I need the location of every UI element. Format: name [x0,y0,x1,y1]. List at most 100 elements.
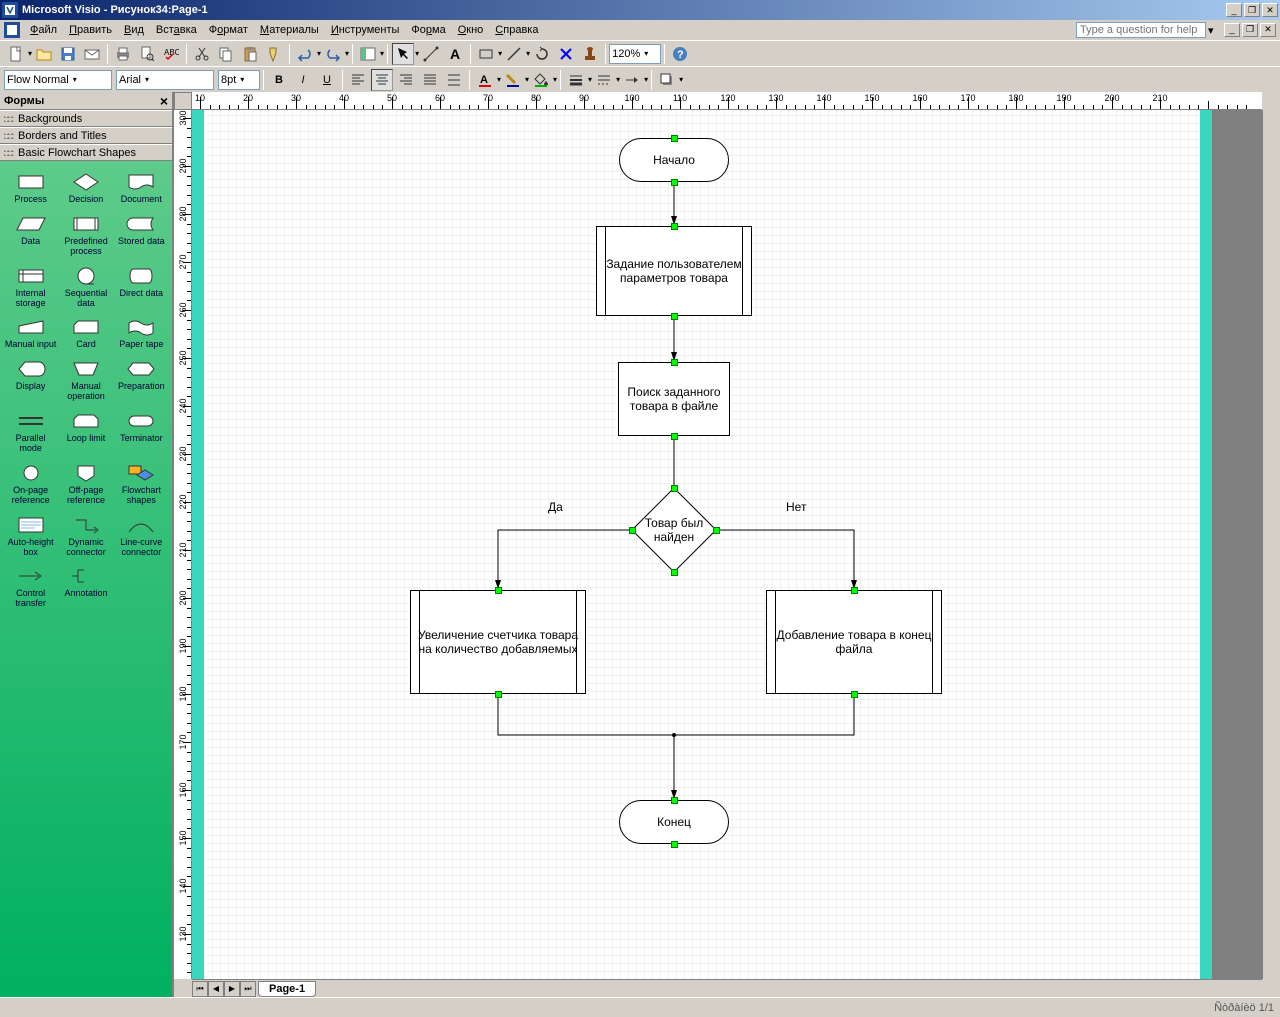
shape-dynamic-conn[interactable]: Dynamic connector [59,512,112,560]
copy-button[interactable] [215,43,237,65]
stamp-tool[interactable] [579,43,601,65]
align-left-button[interactable] [347,69,369,91]
redo-button[interactable] [322,43,344,65]
shape-annotation[interactable]: Annotation [59,563,112,611]
rotate-tool[interactable] [531,43,553,65]
email-button[interactable] [81,43,103,65]
menu-tools[interactable]: Инструменты [325,22,406,38]
shadow-dropdown[interactable]: ▾ [679,75,683,84]
menu-insert[interactable]: Вставка [150,22,203,38]
flowchart-decision[interactable]: Товар был найден [632,488,716,572]
page-tab[interactable]: Page-1 [258,981,316,997]
fill-color-button[interactable] [530,69,552,91]
shape-stored[interactable]: Stored data [115,211,168,259]
shape-internal[interactable]: Internal storage [4,263,57,311]
redo-dropdown[interactable]: ▾ [345,49,349,58]
doc-restore-button[interactable]: ❐ [1242,23,1258,37]
stencil-borders[interactable]: Borders and Titles [0,127,172,144]
menu-materials[interactable]: Материалы [254,22,325,38]
line-dropdown[interactable]: ▾ [526,49,530,58]
vertical-scrollbar[interactable] [1262,110,1280,979]
font-combo[interactable]: Arial▾ [116,70,214,90]
menu-window[interactable]: Окно [452,22,490,38]
print-preview-button[interactable] [136,43,158,65]
shape-manual-op[interactable]: Manual operation [59,356,112,404]
shape-terminator[interactable]: Terminator [115,408,168,456]
line-ends-button[interactable] [621,69,643,91]
undo-button[interactable] [294,43,316,65]
shape-preparation[interactable]: Preparation [115,356,168,404]
new-button[interactable] [5,43,27,65]
flowchart-append[interactable]: Добавление товара в конец файла [766,590,942,694]
menu-help[interactable]: Справка [489,22,544,38]
shape-decision[interactable]: Decision [59,169,112,207]
flowchart-step1[interactable]: Задание пользователем параметров товара [596,226,752,316]
line-color-dropdown[interactable]: ▾ [525,75,529,84]
rectangle-dropdown[interactable]: ▾ [498,49,502,58]
align-justify-button[interactable] [419,69,441,91]
spellcheck-button[interactable]: ABC [160,43,182,65]
menu-view[interactable]: Вид [118,22,150,38]
new-dropdown[interactable]: ▾ [28,49,32,58]
style-combo[interactable]: Flow Normal▾ [4,70,112,90]
line-ends-dropdown[interactable]: ▾ [644,75,648,84]
shape-display[interactable]: Display [4,356,57,404]
open-button[interactable] [33,43,55,65]
distribute-button[interactable] [443,69,465,91]
font-color-dropdown[interactable]: ▾ [497,75,501,84]
stencil-flowchart[interactable]: Basic Flowchart Shapes [0,144,172,161]
close-button[interactable]: ✕ [1262,3,1278,17]
flowchart-start[interactable]: Начало [619,138,729,182]
vertical-ruler[interactable]: 3002902802702602502402302202102001901801… [174,110,192,979]
horizontal-ruler[interactable]: 1020304050607080901001101201301401501601… [192,92,1262,110]
undo-dropdown[interactable]: ▾ [317,49,321,58]
tab-prev[interactable]: ◀ [208,981,224,997]
italic-button[interactable]: I [292,69,314,91]
shadow-button[interactable] [656,69,678,91]
help-dropdown[interactable]: ▾ [1208,24,1222,37]
menu-file[interactable]: Файл [24,22,63,38]
connector-tool[interactable] [420,43,442,65]
shape-onpage-ref[interactable]: On-page reference [4,460,57,508]
doc-close-button[interactable]: ✕ [1260,23,1276,37]
doc-minimize-button[interactable]: _ [1224,23,1240,37]
flowchart-end[interactable]: Конец [619,800,729,844]
flowchart-increment[interactable]: Увеличение счетчика товара на количество… [410,590,586,694]
restore-button[interactable]: ❐ [1244,3,1260,17]
rectangle-tool[interactable] [475,43,497,65]
line-weight-dropdown[interactable]: ▾ [588,75,592,84]
line-color-button[interactable] [502,69,524,91]
shape-parallel[interactable]: Parallel mode [4,408,57,456]
align-right-button[interactable] [395,69,417,91]
line-tool[interactable] [503,43,525,65]
print-button[interactable] [112,43,134,65]
shape-document[interactable]: Document [115,169,168,207]
shape-data[interactable]: Data [4,211,57,259]
shape-predefined[interactable]: Predefined process [59,211,112,259]
line-pattern-button[interactable] [593,69,615,91]
canvas[interactable]: Начало Задание пользователем параметров … [192,110,1262,979]
align-center-button[interactable] [371,69,393,91]
font-color-button[interactable]: A [474,69,496,91]
connection-point-tool[interactable] [555,43,577,65]
shapes-dropdown[interactable]: ▾ [380,49,384,58]
tab-first[interactable]: ⏮ [192,981,208,997]
format-painter-button[interactable] [263,43,285,65]
shape-offpage-ref[interactable]: Off-page reference [59,460,112,508]
help-button[interactable]: ? [669,43,691,65]
shape-sequential[interactable]: Sequential data [59,263,112,311]
save-button[interactable] [57,43,79,65]
fontsize-combo[interactable]: 8pt▾ [218,70,260,90]
zoom-combo[interactable]: 120%▾ [609,44,661,64]
pointer-tool[interactable] [392,43,414,65]
underline-button[interactable]: U [316,69,338,91]
shape-loop-limit[interactable]: Loop limit [59,408,112,456]
pointer-dropdown[interactable]: ▾ [415,49,419,58]
fill-color-dropdown[interactable]: ▾ [553,75,557,84]
shape-manual-input[interactable]: Manual input [4,314,57,352]
text-tool[interactable]: A [444,43,466,65]
flowchart-step2[interactable]: Поиск заданного товара в файле [618,362,730,436]
help-search-box[interactable] [1076,22,1206,38]
menu-shape[interactable]: Форма [405,22,451,38]
shape-line-curve[interactable]: Line-curve connector [115,512,168,560]
